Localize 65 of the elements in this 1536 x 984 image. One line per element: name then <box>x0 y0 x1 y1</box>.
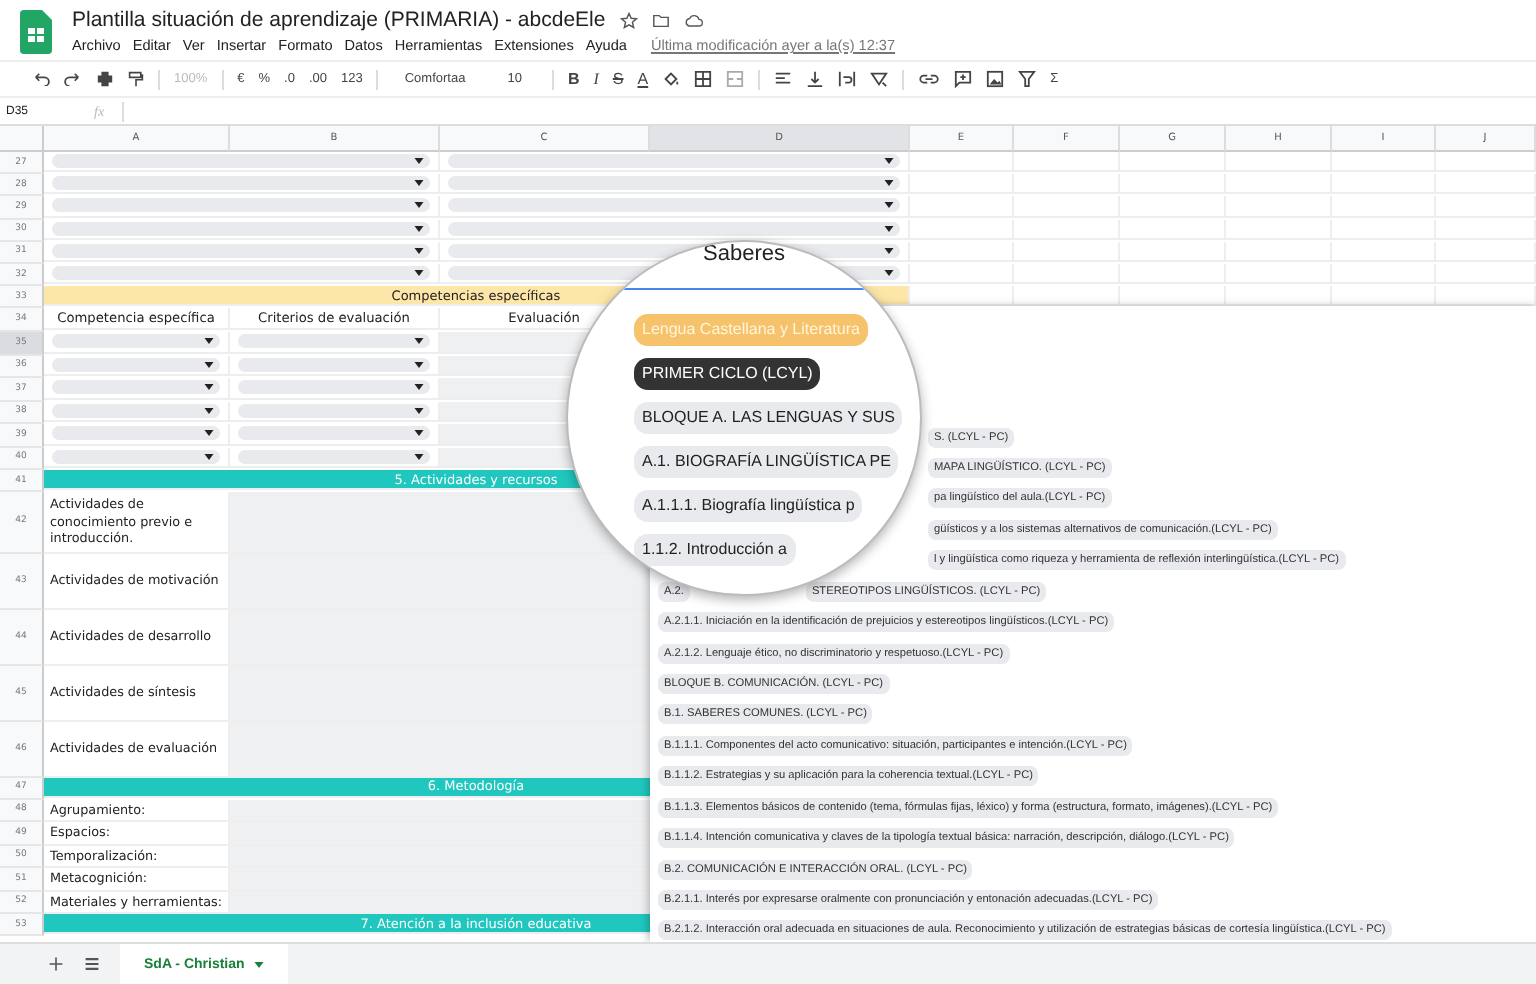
caret-icon <box>884 247 894 254</box>
caret-icon <box>204 430 214 437</box>
caret-icon <box>254 961 265 967</box>
caret-icon <box>204 384 214 391</box>
caret-icon <box>414 407 424 414</box>
cloud-icon[interactable] <box>683 11 704 29</box>
caret-icon <box>884 270 894 277</box>
text-style-button[interactable]: I <box>593 70 599 88</box>
sheet-list-icon[interactable] <box>84 956 100 972</box>
empty-cell[interactable] <box>910 263 1014 285</box>
empty-cell[interactable] <box>1120 152 1226 173</box>
caret-icon <box>414 338 424 345</box>
caret-icon <box>884 225 894 232</box>
align-icon[interactable] <box>774 70 793 88</box>
caret-icon <box>204 453 214 460</box>
add-sheet-icon[interactable] <box>48 956 64 972</box>
caret-icon <box>414 225 424 232</box>
paint-format-icon[interactable] <box>128 70 144 88</box>
empty-cell[interactable] <box>1332 152 1436 173</box>
caret-icon <box>414 247 424 254</box>
link-icon[interactable] <box>918 72 941 86</box>
option-chip[interactable]: PRIMER CICLO (LCYL) <box>634 358 821 390</box>
filter-icon[interactable] <box>1018 70 1037 88</box>
merge-cells-icon[interactable] <box>726 70 745 88</box>
caret-icon <box>414 158 424 165</box>
empty-cell[interactable] <box>1226 152 1332 173</box>
caret-icon <box>204 361 214 368</box>
undo-icon[interactable] <box>32 72 50 86</box>
option-chip[interactable]: 1.1.2. Introducción a <box>634 534 795 566</box>
caret-icon <box>414 430 424 437</box>
sheets-logo-icon[interactable] <box>20 10 52 54</box>
caret-icon <box>414 270 424 277</box>
text-wrap-icon[interactable] <box>838 70 857 88</box>
empty-cell[interactable] <box>1014 152 1120 173</box>
option-chip[interactable]: A.1. BIOGRAFÍA LINGÜÍSTICA PE <box>634 446 899 478</box>
select-all-corner[interactable] <box>0 126 44 152</box>
caret-icon <box>414 453 424 460</box>
option-chip[interactable]: BLOQUE A. LAS LENGUAS Y SUS <box>634 402 903 434</box>
caret-icon <box>884 180 894 187</box>
document-title[interactable]: Plantilla situación de aprendizaje (PRIMARIA) - abcdeEle <box>72 8 606 32</box>
text-style-button[interactable]: S <box>612 70 624 88</box>
image-icon[interactable] <box>986 70 1005 88</box>
caret-icon <box>414 180 424 187</box>
caret-icon <box>884 158 894 165</box>
text-rotation-icon[interactable] <box>870 70 889 88</box>
redo-icon[interactable] <box>64 72 82 86</box>
empty-cell[interactable] <box>1436 152 1536 173</box>
vertical-align-icon[interactable] <box>806 70 825 88</box>
text-style-button[interactable]: A <box>637 70 649 88</box>
column-title: Saberes <box>703 242 785 268</box>
option-chip[interactable]: A.1.1.1. Biografía lingüística p <box>634 490 863 522</box>
folder-icon[interactable] <box>651 11 670 29</box>
caret-icon <box>414 361 424 368</box>
borders-icon[interactable] <box>694 70 713 88</box>
caret-icon <box>884 202 894 209</box>
comment-icon[interactable] <box>954 70 973 88</box>
caret-icon <box>204 407 214 414</box>
text-style-button[interactable]: B <box>567 70 580 88</box>
empty-cell[interactable] <box>910 152 1014 173</box>
star-icon[interactable] <box>619 11 638 29</box>
caret-icon <box>414 384 424 391</box>
fill-color-icon[interactable] <box>662 70 681 88</box>
print-icon[interactable] <box>96 70 114 88</box>
caret-icon <box>414 202 424 209</box>
caret-icon <box>204 338 214 345</box>
